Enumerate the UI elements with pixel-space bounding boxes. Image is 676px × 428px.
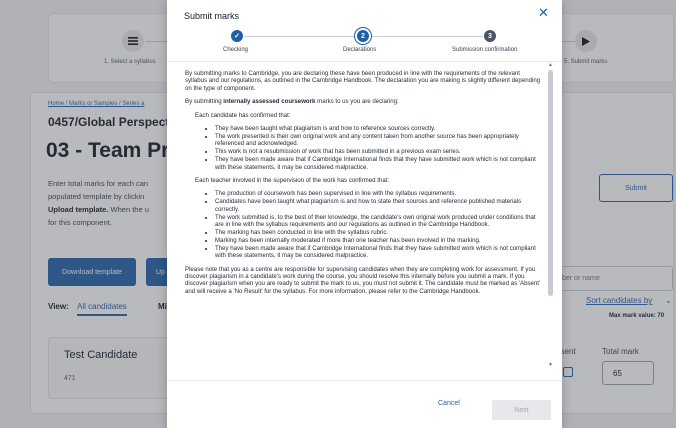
stepper-line xyxy=(371,36,483,37)
step-label-submission-confirmation: Submission confirmation xyxy=(452,47,518,53)
list-item: This work is not a resubmission of work … xyxy=(215,148,543,155)
declaration-text: By submitting marks to Cambridge, you ar… xyxy=(185,70,543,370)
list-item: The marking has been conducted in line w… xyxy=(215,229,543,236)
divider xyxy=(167,61,562,62)
teacher-declaration-list: The production of coursework has been su… xyxy=(185,190,543,259)
step-number-2: 2 xyxy=(357,30,369,42)
scrollbar-thumb[interactable] xyxy=(548,70,553,296)
paragraph: Please note that you as a centre are res… xyxy=(185,265,541,295)
step-number-3: 3 xyxy=(484,30,496,42)
list-item: They have been made aware that if Cambri… xyxy=(215,156,543,171)
candidate-heading: Each candidate has confirmed that: xyxy=(195,111,291,119)
strong-text: internally assessed coursework xyxy=(223,98,316,106)
text: marks to us you are declaring: xyxy=(315,98,399,106)
list-item: The work presented is their own original… xyxy=(215,133,543,148)
stepper-line xyxy=(244,36,354,37)
next-button[interactable]: Next xyxy=(492,400,551,420)
text: By submitting xyxy=(185,98,224,106)
scrollbar[interactable]: ▲ ▼ xyxy=(548,62,554,370)
submit-marks-dialog: Submit marks ✕ ✓ Checking 2 Declarations… xyxy=(167,0,562,428)
scroll-up-icon[interactable]: ▲ xyxy=(548,62,553,68)
paragraph: By submitting internally assessed course… xyxy=(185,98,543,105)
step-label-declarations: Declarations xyxy=(343,47,377,53)
candidate-declaration-list: They have been taught what plagiarism is… xyxy=(185,125,543,171)
check-icon: ✓ xyxy=(231,30,243,42)
close-icon[interactable]: ✕ xyxy=(538,6,549,19)
list-item: Candidates have been taught what plagiar… xyxy=(215,198,543,213)
list-item: They have been made aware that if Cambri… xyxy=(215,245,543,260)
step-label-checking: Checking xyxy=(223,47,249,53)
scroll-down-icon[interactable]: ▼ xyxy=(548,362,553,368)
list-item: They have been taught what plagiarism is… xyxy=(215,125,543,132)
list-item: The production of coursework has been su… xyxy=(215,190,543,197)
teacher-heading: Each teacher involved in the supervision… xyxy=(195,176,390,184)
divider xyxy=(167,380,562,381)
dialog-title: Submit marks xyxy=(184,11,240,21)
list-item: The work submitted is, to the best of th… xyxy=(215,214,543,229)
list-item: Marking has been internally moderated if… xyxy=(215,237,543,244)
cancel-button[interactable]: Cancel xyxy=(438,400,460,407)
paragraph: By submitting marks to Cambridge, you ar… xyxy=(185,70,541,92)
